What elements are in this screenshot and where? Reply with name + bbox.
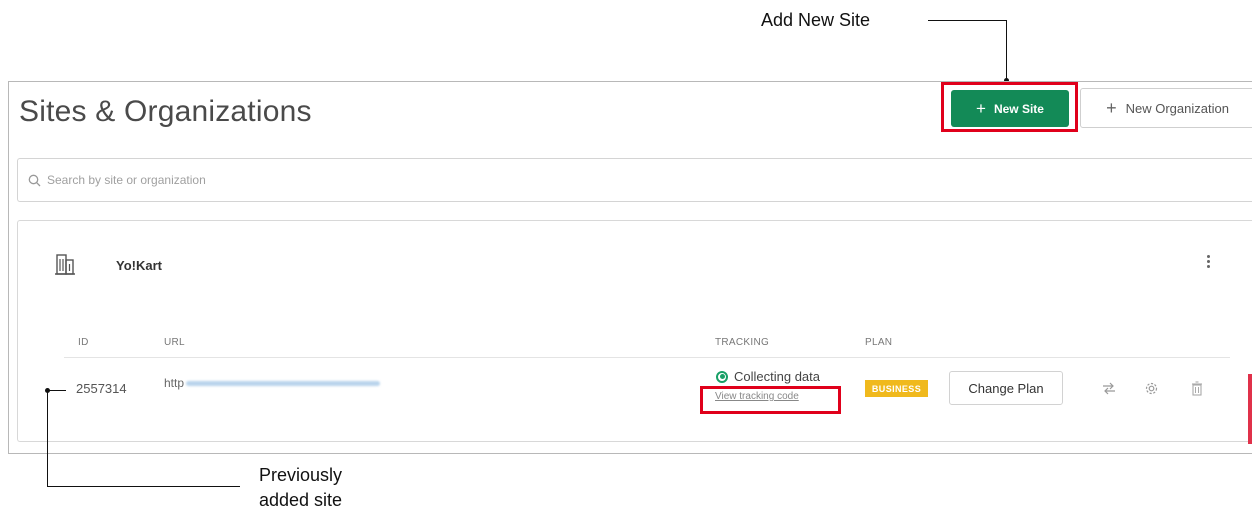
search-icon <box>28 174 41 186</box>
column-header-plan: PLAN <box>865 337 893 348</box>
callout-line <box>47 486 240 487</box>
column-header-url: URL <box>164 337 185 348</box>
column-header-id: ID <box>78 337 89 348</box>
new-organization-button[interactable]: + New Organization <box>1080 88 1252 128</box>
trash-icon[interactable] <box>1188 379 1206 397</box>
callout-line <box>1006 20 1007 81</box>
building-icon <box>55 254 75 275</box>
redacted-url <box>186 381 381 387</box>
callout-line <box>928 20 1006 21</box>
callout-previously-line2: added site <box>259 490 343 510</box>
plan-badge: BUSINESS <box>865 380 928 397</box>
edge-marker <box>1248 374 1252 444</box>
callout-line <box>48 390 66 391</box>
status-ok-icon <box>716 370 728 383</box>
tracking-status-label: Collecting data <box>734 369 820 384</box>
highlight-box <box>941 82 1078 132</box>
search-input[interactable] <box>47 173 447 187</box>
transfer-icon[interactable] <box>1100 379 1118 397</box>
column-header-tracking: TRACKING <box>715 337 770 348</box>
header-divider <box>64 357 1230 358</box>
organization-name: Yo!Kart <box>116 258 162 273</box>
sites-panel: Sites & Organizations + New Site + New O… <box>8 81 1252 454</box>
plus-icon: + <box>1106 97 1117 118</box>
callout-add-new-site: Add New Site <box>761 10 871 30</box>
kebab-menu-icon[interactable] <box>1203 253 1213 273</box>
gear-icon[interactable] <box>1142 379 1160 397</box>
page-title: Sites & Organizations <box>19 95 312 128</box>
search-bar[interactable] <box>17 158 1252 202</box>
organization-card: Yo!Kart ID URL TRACKING PLAN 2557314 htt… <box>17 220 1252 442</box>
callout-previously-line1: Previously <box>259 465 343 485</box>
site-url-prefix: http <box>164 376 185 390</box>
tracking-status: Collecting data <box>716 369 820 384</box>
new-organization-label: New Organization <box>1125 100 1229 116</box>
callout-line <box>47 390 48 486</box>
change-plan-button[interactable]: Change Plan <box>949 371 1063 405</box>
site-id: 2557314 <box>76 381 127 396</box>
site-url[interactable]: http <box>164 376 381 390</box>
highlight-box <box>700 386 841 414</box>
